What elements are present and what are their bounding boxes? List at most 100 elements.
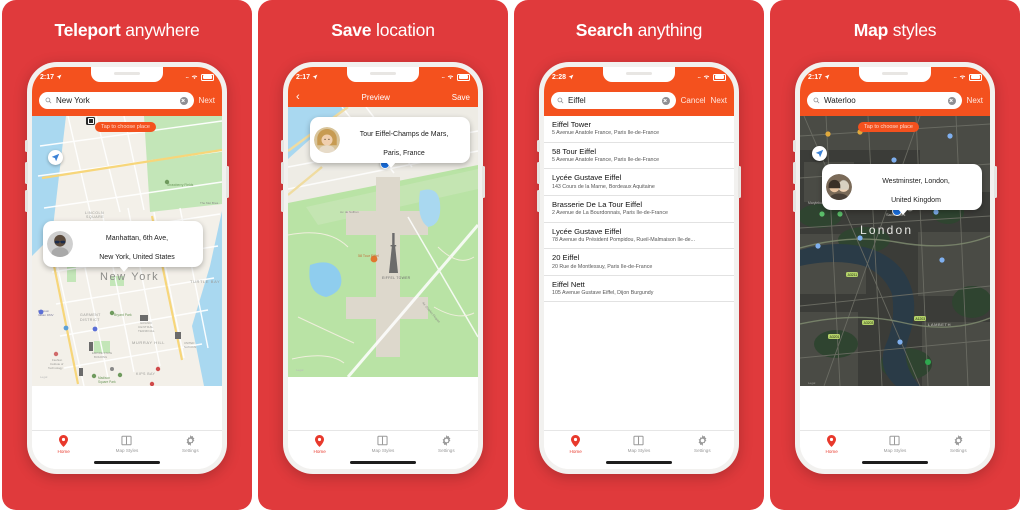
- tab-map-styles-label: Map Styles: [115, 448, 139, 453]
- tab-map-styles[interactable]: Map Styles: [863, 435, 926, 453]
- locate-me-button[interactable]: [48, 150, 63, 165]
- tab-map-styles-label: Map Styles: [627, 448, 651, 453]
- camera-icon[interactable]: [86, 117, 95, 125]
- svg-text:Technology: Technology: [48, 366, 63, 370]
- list-item[interactable]: 58 Tour Eiffel 5 Avenue Anatole France, …: [544, 143, 734, 170]
- svg-text:Bryant Park: Bryant Park: [114, 313, 132, 317]
- map-book-icon: [633, 435, 645, 446]
- list-item[interactable]: Lycée Gustave Eiffel 143 Cours de la Mar…: [544, 169, 734, 196]
- next-button[interactable]: Next: [199, 96, 215, 105]
- callout-line1: Westminster, London,: [882, 178, 950, 186]
- svg-text:NATIONS: NATIONS: [184, 345, 196, 349]
- headline-bold: Save: [331, 20, 372, 40]
- search-input[interactable]: Eiffel: [551, 92, 676, 109]
- tab-map-styles-label: Map Styles: [371, 448, 395, 453]
- list-item[interactable]: Eiffel Tower 5 Avenue Anatole France, Pa…: [544, 116, 734, 143]
- headline-regular: styles: [892, 20, 937, 40]
- map-pin-icon: [571, 435, 581, 447]
- svg-text:Strawberry Fields: Strawberry Fields: [167, 183, 194, 187]
- svg-text:LAMBETH: LAMBETH: [928, 322, 951, 327]
- phone-mockup: 2:17 .... Waterloo Next London Saint LAM…: [793, 62, 997, 474]
- panel-headline: Save location: [258, 20, 508, 41]
- phone-notch: [347, 67, 419, 82]
- panel-map-styles: Map styles 2:17 .... Waterloo Next Londo…: [770, 0, 1020, 510]
- clear-circle-icon[interactable]: [947, 96, 956, 105]
- map-view-paris[interactable]: 58 Tour Eiffel EIFFEL TOWER Av. de Suffr…: [288, 107, 478, 430]
- tab-map-styles[interactable]: Map Styles: [351, 435, 414, 453]
- location-arrow-icon: [312, 74, 318, 80]
- tab-home-label: Home: [57, 449, 70, 454]
- callout-line2: United Kingdom: [891, 197, 941, 205]
- tab-settings[interactable]: Settings: [927, 435, 990, 453]
- locate-me-button[interactable]: [812, 146, 827, 161]
- map-view-new-york[interactable]: New York LINCOLN SQUARE Strawberry Field…: [32, 116, 222, 430]
- search-bar: New York Next: [32, 87, 222, 116]
- list-item[interactable]: Lycée Gustave Eiffel 78 Avenue du Présid…: [544, 223, 734, 250]
- svg-text:Square Park: Square Park: [98, 380, 116, 384]
- phone-power-button: [994, 166, 997, 198]
- list-item[interactable]: Brasserie De La Tour Eiffel 2 Avenue de …: [544, 196, 734, 223]
- phone-volume-down: [281, 190, 284, 212]
- clear-circle-icon[interactable]: [179, 96, 188, 105]
- list-item[interactable]: 20 Eiffel 20 Rue de Montlessuy, Paris Îl…: [544, 249, 734, 276]
- back-button[interactable]: ‹: [296, 91, 300, 103]
- next-button[interactable]: Next: [967, 96, 983, 105]
- tab-settings[interactable]: Settings: [159, 435, 222, 453]
- result-address: 20 Rue de Montlessuy, Paris Île-de-Franc…: [552, 263, 653, 270]
- svg-text:Legal: Legal: [808, 381, 816, 385]
- location-callout[interactable]: Manhattan, 6th Ave, New York, United Sta…: [43, 221, 203, 272]
- result-address: 105 Avenue Gustave Eiffel, Dijon Burgund…: [552, 290, 654, 297]
- battery-icon: [713, 73, 726, 81]
- tab-map-styles[interactable]: Map Styles: [607, 435, 670, 453]
- map-book-icon: [121, 435, 133, 446]
- map-pin-icon: [59, 435, 69, 447]
- tab-home[interactable]: Home: [288, 435, 351, 454]
- status-time: 2:17: [40, 73, 55, 81]
- battery-icon: [201, 73, 214, 81]
- svg-text:MURRAY HILL: MURRAY HILL: [132, 340, 165, 345]
- clear-circle-icon[interactable]: [661, 96, 670, 105]
- wifi-icon: [959, 75, 966, 80]
- headline-bold: Teleport: [54, 20, 121, 40]
- map-book-icon: [377, 435, 389, 446]
- search-input[interactable]: Waterloo: [807, 92, 962, 109]
- callout-text: Manhattan, 6th Ave, New York, United Sta…: [79, 225, 195, 263]
- svg-text:A1203: A1203: [915, 317, 925, 321]
- search-input[interactable]: New York: [39, 92, 194, 109]
- tab-home[interactable]: Home: [800, 435, 863, 454]
- status-time: 2:17: [296, 73, 311, 81]
- avatar: [314, 126, 340, 153]
- svg-text:Legal: Legal: [40, 375, 48, 379]
- home-indicator: [862, 461, 928, 464]
- list-item[interactable]: Eiffel Nett 105 Avenue Gustave Eiffel, D…: [544, 276, 734, 303]
- map-pin-icon: [315, 435, 325, 447]
- location-callout[interactable]: Westminster, London, United Kingdom: [822, 164, 982, 215]
- save-button[interactable]: Save: [452, 93, 470, 102]
- tab-home[interactable]: Home: [544, 435, 607, 454]
- tab-settings[interactable]: Settings: [415, 435, 478, 453]
- gear-icon: [442, 435, 451, 446]
- notch-speaker: [626, 72, 652, 75]
- location-callout[interactable]: Tour Eiffel-Champs de Mars, Paris, Franc…: [310, 117, 470, 168]
- status-bar-left: 2:17: [40, 74, 62, 81]
- battery-icon: [457, 73, 470, 81]
- next-button[interactable]: Next: [711, 96, 727, 105]
- search-query: New York: [56, 96, 90, 105]
- signal-dots: ....: [441, 74, 445, 80]
- status-bar-left: 2:17: [296, 74, 318, 81]
- map-book-icon: [889, 435, 901, 446]
- svg-text:EIFFEL TOWER: EIFFEL TOWER: [382, 276, 411, 280]
- tab-home[interactable]: Home: [32, 435, 95, 454]
- panel-teleport-anywhere: Teleport anywhere 2:17 .... New York Nex…: [2, 0, 252, 510]
- search-results-list[interactable]: Eiffel Tower 5 Avenue Anatole France, Pa…: [544, 116, 734, 430]
- tab-settings[interactable]: Settings: [671, 435, 734, 453]
- phone-volume-up: [793, 162, 796, 184]
- phone-screen: 2:17 .... New York Next New York LINCOLN…: [32, 67, 222, 469]
- headline-regular: location: [376, 20, 435, 40]
- tab-map-styles[interactable]: Map Styles: [95, 435, 158, 453]
- status-bar-left: 2:28: [552, 74, 574, 81]
- map-view-london-satellite[interactable]: London Holborn Saint Giles Covent Garden…: [800, 116, 990, 430]
- tab-home-label: Home: [825, 449, 838, 454]
- headline-bold: Search: [575, 20, 633, 40]
- cancel-button[interactable]: Cancel: [681, 96, 706, 105]
